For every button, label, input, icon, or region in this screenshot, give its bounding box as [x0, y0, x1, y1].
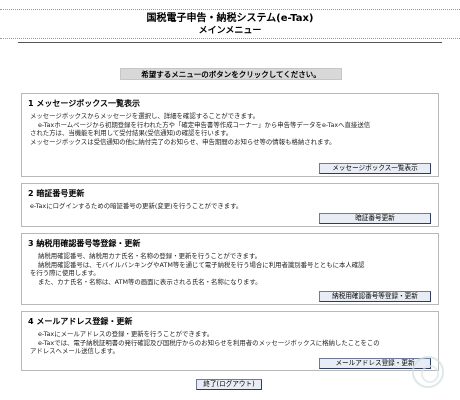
section-description: メッセージボックスからメッセージを選択し、詳細を確認することができます。 e-T…	[22, 110, 438, 146]
description-line: e-Taxにメールアドレスの登録・更新を行うことができます。	[38, 330, 214, 338]
description-line: された方は、当機能を利用して受付結果(受信通知)の確認を行います。	[30, 129, 233, 138]
page-subtitle: メインメニュー	[198, 26, 262, 36]
description-line: e-Taxホームページから初期登録を行われた方や「確定申告書等作成コーナー」から…	[38, 120, 371, 129]
section-heading: 3 納税用確認番号等登録・更新	[28, 239, 141, 248]
section-message-box: 1 メッセージボックス一覧表示 メッセージボックスからメッセージを選択し、詳細を…	[21, 93, 439, 177]
description-line: e-Taxにログインするための暗証番号の更新(変更)を行うことができます。	[30, 202, 243, 210]
header-rule	[18, 42, 442, 43]
page-title: 国税電子申告・納税システム(e-Tax)	[146, 13, 314, 24]
section-payment-code: 3 納税用確認番号等登録・更新 納税用確認番号、納税用カナ氏名・名称の登録・更新…	[21, 233, 439, 305]
section-email-register: 4 メールアドレス登録・更新 e-Taxにメールアドレスの登録・更新を行うことが…	[21, 311, 439, 371]
section-description: e-Taxにメールアドレスの登録・更新を行うことができます。 e-Taxでは、電…	[22, 328, 438, 356]
message-box-list-button[interactable]: メッセージボックス一覧表示	[319, 163, 431, 174]
page-header: 国税電子申告・納税システム(e-Tax) メインメニュー	[0, 12, 460, 37]
description-line: を行う際に使用します。	[30, 269, 100, 278]
description-line: メッセージボックスは受信通知の他に納付完了のお知らせ、申告期間のお知らせ等の情報…	[30, 137, 336, 146]
circular-emblem-icon	[412, 356, 444, 388]
description-line: アドレスへメール送信します。	[30, 347, 119, 356]
section-heading: 2 暗証番号更新	[28, 189, 85, 198]
section-pin-update: 2 暗証番号更新 e-Taxにログインするための暗証番号の更新(変更)を行うこと…	[21, 183, 439, 227]
logout-button[interactable]: 終了(ログアウト)	[196, 379, 262, 390]
description-line: また、カナ氏名・名称は、ATM等の画面に表示される氏名・名称になります。	[38, 277, 262, 286]
description-line: e-Taxでは、電子納税証明書の発行確認及び国税庁からのお知らせを利用者のメッセ…	[38, 338, 380, 347]
payment-code-register-button[interactable]: 納税用確認番号等登録・更新	[319, 291, 431, 302]
description-line: 納税用確認番号は、モバイルバンキングやATM等を通じて電子納税を行う場合に利用者…	[38, 260, 365, 269]
instruction-banner: 希望するメニューのボタンをクリックしてください。	[120, 68, 342, 80]
section-description: e-Taxにログインするための暗証番号の更新(変更)を行うことができます。	[22, 200, 438, 211]
description-line: メッセージボックスからメッセージを選択し、詳細を確認することができます。	[30, 112, 259, 120]
section-heading: 4 メールアドレス登録・更新	[28, 317, 133, 326]
bottom-dotted-divider	[0, 38, 460, 39]
top-dotted-divider	[0, 9, 460, 10]
pin-update-button[interactable]: 暗証番号更新	[319, 213, 431, 224]
description-line: 納税用確認番号、納税用カナ氏名・名称の登録・更新を行うことができます。	[38, 252, 262, 260]
section-description: 納税用確認番号、納税用カナ氏名・名称の登録・更新を行うことができます。 納税用確…	[22, 250, 438, 286]
section-heading: 1 メッセージボックス一覧表示	[28, 99, 140, 108]
